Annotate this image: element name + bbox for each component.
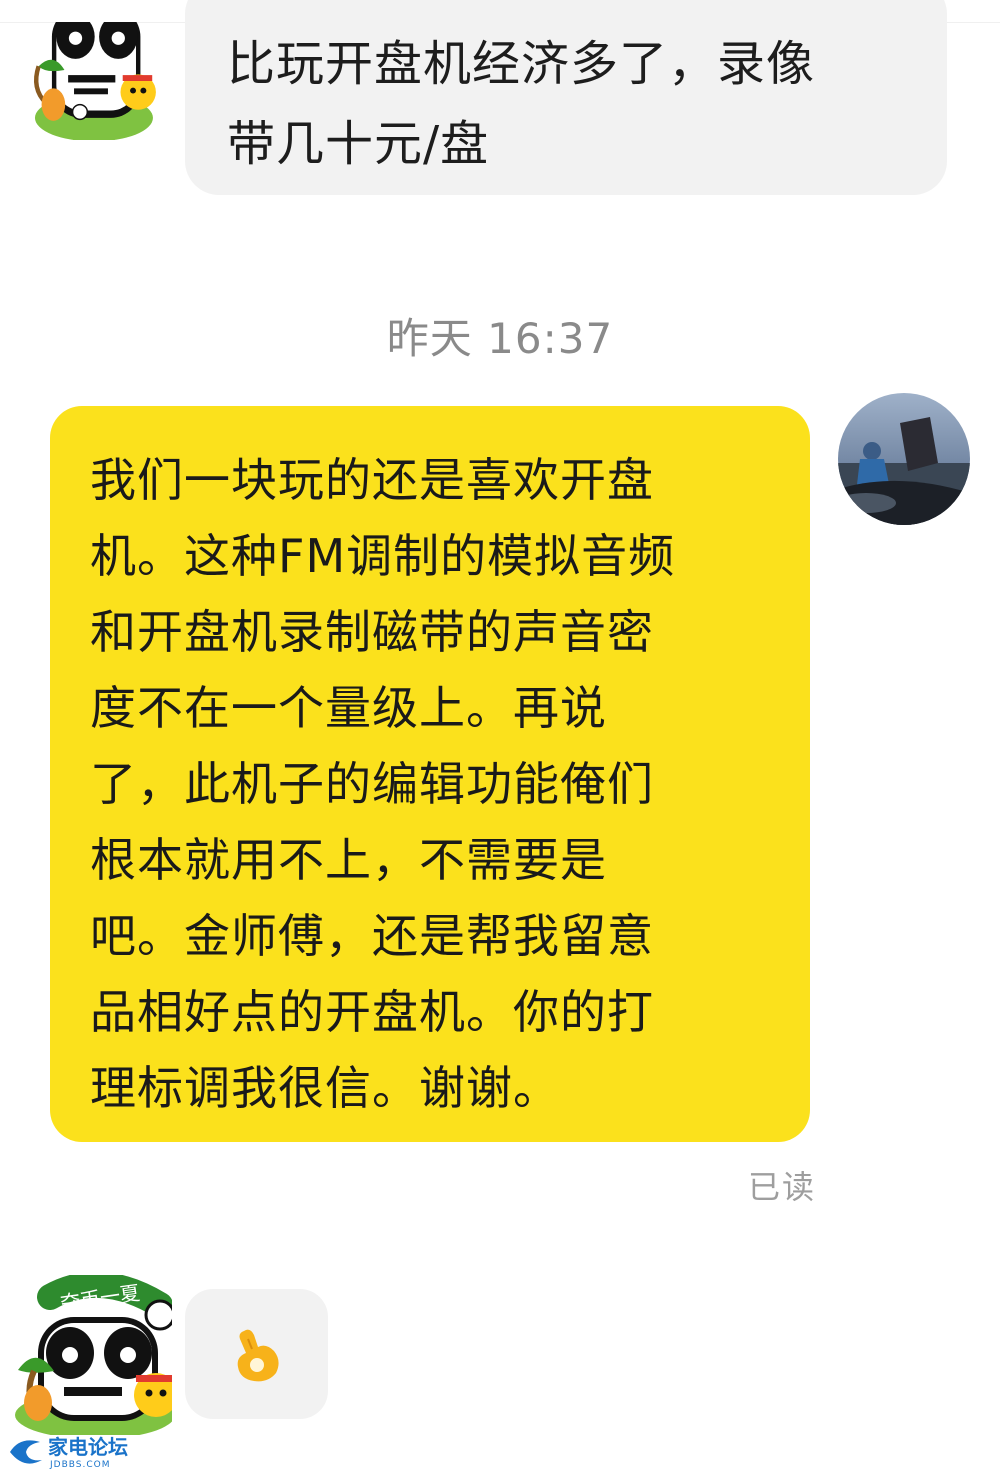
outgoing-message-bubble[interactable]: 我们一块玩的还是喜欢开盘 机。这种FM调制的模拟音频 和开盘机录制磁带的声音密 … [50, 406, 810, 1142]
incoming-message-bubble[interactable]: 比玩开盘机经济多了，录像 带几十元/盘 [185, 0, 947, 195]
forum-logo-icon: 家电论坛 JDBBS.COM [10, 1435, 128, 1470]
message-text-line: 带几十元/盘 [227, 116, 490, 172]
forum-name: 家电论坛 [48, 1435, 128, 1459]
photo-avatar-icon [838, 393, 970, 525]
forum-domain: JDBBS.COM [49, 1460, 110, 1470]
message-text-line: 比玩开盘机经济多了，录像 [227, 36, 816, 92]
panda-avatar-icon [34, 22, 156, 140]
message-timestamp: 昨天 16:37 [386, 314, 614, 363]
message-text-line: 我们一块玩的还是喜欢开盘 [90, 453, 654, 507]
read-status: 已读 [748, 1168, 817, 1206]
contact-avatar[interactable]: 夺币一夏 [10, 1275, 172, 1435]
message-text-line: 和开盘机录制磁带的声音密 [90, 605, 654, 659]
message-text-line: 了，此机子的编辑功能俺们 [90, 757, 654, 811]
incoming-emoji-bubble[interactable] [185, 1289, 328, 1419]
my-avatar[interactable] [838, 393, 970, 525]
message-text-line: 理标调我很信。谢谢。 [90, 1061, 560, 1115]
ok-hand-emoji-icon [237, 1329, 279, 1382]
panda-avatar-icon: 夺币一夏 [15, 1275, 172, 1435]
message-text-line: 吧。金师傅，还是帮我留意 [90, 909, 654, 963]
contact-avatar[interactable] [10, 22, 172, 140]
message-text-line: 根本就用不上，不需要是 [90, 833, 607, 887]
message-text-line: 度不在一个量级上。再说 [90, 681, 607, 735]
message-text-line: 机。这种FM调制的模拟音频 [90, 529, 676, 583]
message-text-line: 品相好点的开盘机。你的打 [90, 985, 654, 1039]
forum-watermark: 家电论坛 JDBBS.COM [6, 1430, 166, 1470]
